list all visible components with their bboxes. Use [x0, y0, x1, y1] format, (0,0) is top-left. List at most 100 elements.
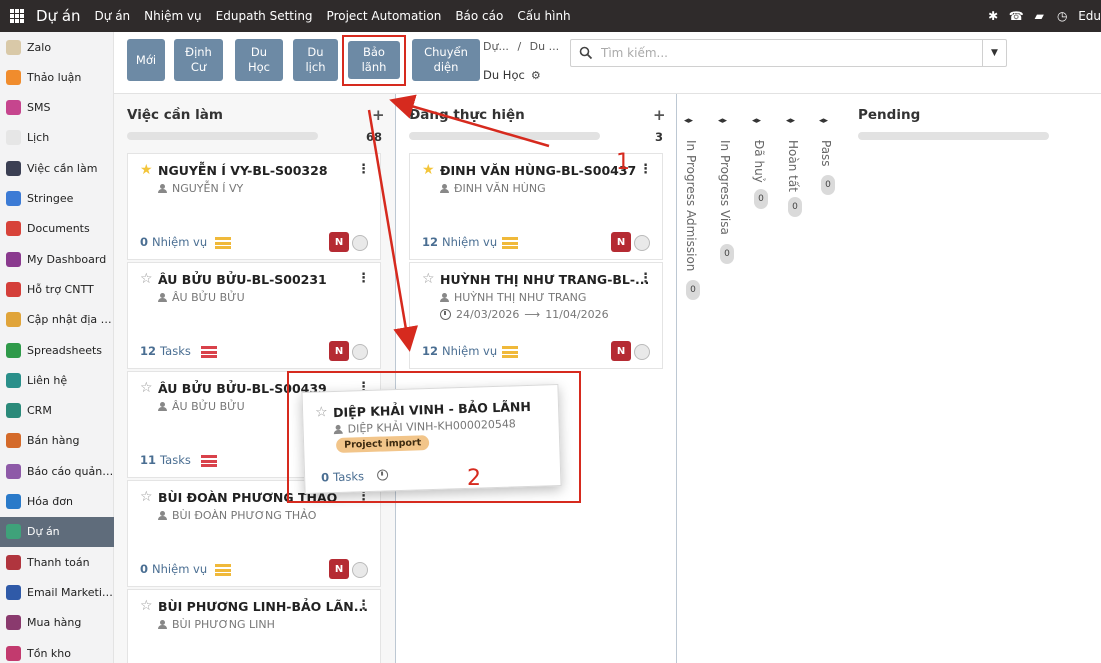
expand-arrows-icon[interactable]: ◂▸	[752, 116, 761, 126]
avatar-badge[interactable]: N	[329, 559, 349, 579]
user-menu[interactable]: Edu	[1078, 9, 1101, 23]
column-inprogress-add-icon[interactable]: +	[653, 106, 666, 124]
status-circle[interactable]	[352, 562, 368, 578]
filter-dinh-cu-button[interactable]: Định Cư	[174, 39, 223, 81]
breadcrumb-part-1[interactable]: Dự...	[483, 40, 509, 53]
expand-arrows-icon[interactable]: ◂▸	[786, 116, 795, 126]
status-circle[interactable]	[634, 235, 650, 251]
bug-icon[interactable]: ✱	[986, 9, 1000, 23]
sidebar-item[interactable]: Lịch	[0, 123, 114, 153]
sidebar-item[interactable]: Stringee	[0, 184, 114, 214]
kanban-card[interactable]: ☆ ÂU BỬU BỬU-BL-S00231 ⋮ ÂU BỬU BỬU 12 T…	[127, 262, 381, 369]
star-icon[interactable]: ☆	[422, 271, 435, 287]
app-icon	[6, 251, 21, 267]
menu-edupath-setting[interactable]: Edupath Setting	[216, 9, 313, 23]
card-tasks-link[interactable]: 12 Nhiệm vụ	[422, 235, 497, 249]
status-circle[interactable]	[352, 344, 368, 360]
status-circle[interactable]	[634, 344, 650, 360]
kebab-menu-icon[interactable]: ⋮	[357, 271, 370, 286]
menu-du-an[interactable]: Dự án	[95, 9, 131, 23]
app-icon	[6, 524, 21, 540]
breadcrumb-part-2[interactable]: Du ...	[530, 40, 559, 53]
sidebar-item[interactable]: Báo cáo quản ...	[0, 456, 114, 486]
expand-arrows-icon[interactable]: ◂▸	[684, 116, 693, 126]
priority-bars-icon	[201, 346, 217, 358]
card-title: NGUYỄN Í VY-BL-S00328	[158, 163, 328, 178]
sidebar-item[interactable]: Documents	[0, 214, 114, 244]
search-options-toggle[interactable]: ▼	[982, 40, 1006, 66]
expand-arrows-icon[interactable]: ◂▸	[718, 116, 727, 126]
sidebar-item[interactable]: Liên hệ	[0, 365, 114, 395]
apps-grid-icon[interactable]	[10, 9, 24, 23]
chat-icon[interactable]: ▰	[1032, 9, 1046, 23]
sidebar-item[interactable]: Tồn kho	[0, 638, 114, 663]
star-icon[interactable]: ☆	[140, 271, 153, 287]
sidebar-item[interactable]: SMS	[0, 93, 114, 123]
avatar-badge[interactable]: N	[329, 341, 349, 361]
filter-chuyen-dien-button[interactable]: Chuyển diện	[412, 39, 480, 81]
filter-du-hoc-button[interactable]: Du Học	[235, 39, 283, 81]
sidebar-item[interactable]: Thảo luận	[0, 62, 114, 92]
star-icon[interactable]: ☆	[140, 598, 153, 614]
kebab-menu-icon[interactable]: ⋮	[357, 162, 370, 177]
avatar-badge[interactable]: N	[611, 232, 631, 252]
column-inprogress-title[interactable]: Đang thực hiện	[409, 107, 525, 123]
card-customer: ĐINH VĂN HÙNG	[440, 182, 546, 195]
sidebar-item[interactable]: Hỗ trợ CNTT	[0, 274, 114, 304]
card-customer-name: ĐINH VĂN HÙNG	[454, 182, 546, 195]
new-button[interactable]: Mới	[127, 39, 165, 81]
sidebar-item[interactable]: Dự án	[0, 516, 114, 547]
sidebar-item-label: Documents	[27, 222, 90, 236]
column-pending-title[interactable]: Pending	[858, 107, 920, 123]
filter-du-lich-button[interactable]: Du lịch	[293, 39, 338, 81]
search-input[interactable]	[601, 46, 981, 60]
sidebar-item[interactable]: Zalo	[0, 32, 114, 62]
clock-icon[interactable]: ◷	[1055, 9, 1069, 23]
search-icon	[579, 46, 593, 60]
kanban-card[interactable]: ☆ BÙI PHƯƠNG LINH-BẢO LÃN... ⋮ BÙI PHƯƠN…	[127, 589, 381, 663]
column-inprogress-progress	[409, 132, 600, 140]
app-icon	[6, 615, 21, 631]
sidebar-item[interactable]: Hóa đơn	[0, 487, 114, 517]
kanban-card[interactable]: ☆ HUỲNH THỊ NHƯ TRANG-BL-... ⋮ HUỲNH THỊ…	[409, 262, 663, 369]
expand-arrows-icon[interactable]: ◂▸	[819, 116, 828, 126]
sidebar-item[interactable]: Thanh toán	[0, 547, 114, 577]
avatar-badge[interactable]: N	[611, 341, 631, 361]
kanban-card[interactable]: ★ NGUYỄN Í VY-BL-S00328 ⋮ NGUYỄN Í VY 0 …	[127, 153, 381, 260]
phone-icon[interactable]: ☎	[1009, 9, 1024, 23]
sidebar-item[interactable]: Mua hàng	[0, 608, 114, 638]
sidebar-item[interactable]: My Dashboard	[0, 244, 114, 274]
kebab-menu-icon[interactable]: ⋮	[639, 271, 652, 286]
star-icon[interactable]: ☆	[140, 489, 153, 505]
card-tasks-link[interactable]: 0 Nhiệm vụ	[140, 562, 207, 576]
column-todo-title[interactable]: Việc cần làm	[127, 107, 223, 123]
breadcrumb-current: Du Học ⚙	[483, 68, 541, 82]
star-icon[interactable]: ★	[140, 162, 153, 178]
sidebar-item[interactable]: Bán hàng	[0, 426, 114, 456]
sidebar-item-label: Mua hàng	[27, 616, 82, 630]
sidebar-item[interactable]: Email Marketing	[0, 577, 114, 607]
sidebar-item[interactable]: Cập nhật địa c...	[0, 305, 114, 335]
menu-project-automation[interactable]: Project Automation	[327, 9, 442, 23]
menu-bao-cao[interactable]: Báo cáo	[455, 9, 503, 23]
status-circle[interactable]	[352, 235, 368, 251]
menu-cau-hinh[interactable]: Cấu hình	[517, 9, 570, 23]
sidebar-item[interactable]: Việc cần làm	[0, 153, 114, 183]
kebab-menu-icon[interactable]: ⋮	[357, 598, 370, 613]
card-tasks-link[interactable]: 11 Tasks	[140, 453, 191, 467]
column-todo-add-icon[interactable]: +	[372, 106, 385, 124]
highlight-box-2	[287, 371, 581, 503]
card-tasks-link[interactable]: 12 Nhiệm vụ	[422, 344, 497, 358]
menu-nhiem-vu[interactable]: Nhiệm vụ	[144, 9, 202, 23]
gear-icon[interactable]: ⚙	[531, 69, 541, 82]
card-tasks-link[interactable]: 0 Nhiệm vụ	[140, 235, 207, 249]
sidebar-item[interactable]: Spreadsheets	[0, 335, 114, 365]
app-brand[interactable]: Dự án	[36, 7, 81, 25]
star-icon[interactable]: ☆	[140, 380, 153, 396]
person-icon	[440, 184, 449, 193]
card-tasks-link[interactable]: 12 Tasks	[140, 344, 191, 358]
avatar-badge[interactable]: N	[329, 232, 349, 252]
kebab-menu-icon[interactable]: ⋮	[639, 162, 652, 177]
star-icon[interactable]: ★	[422, 162, 435, 178]
sidebar-item[interactable]: CRM	[0, 396, 114, 426]
